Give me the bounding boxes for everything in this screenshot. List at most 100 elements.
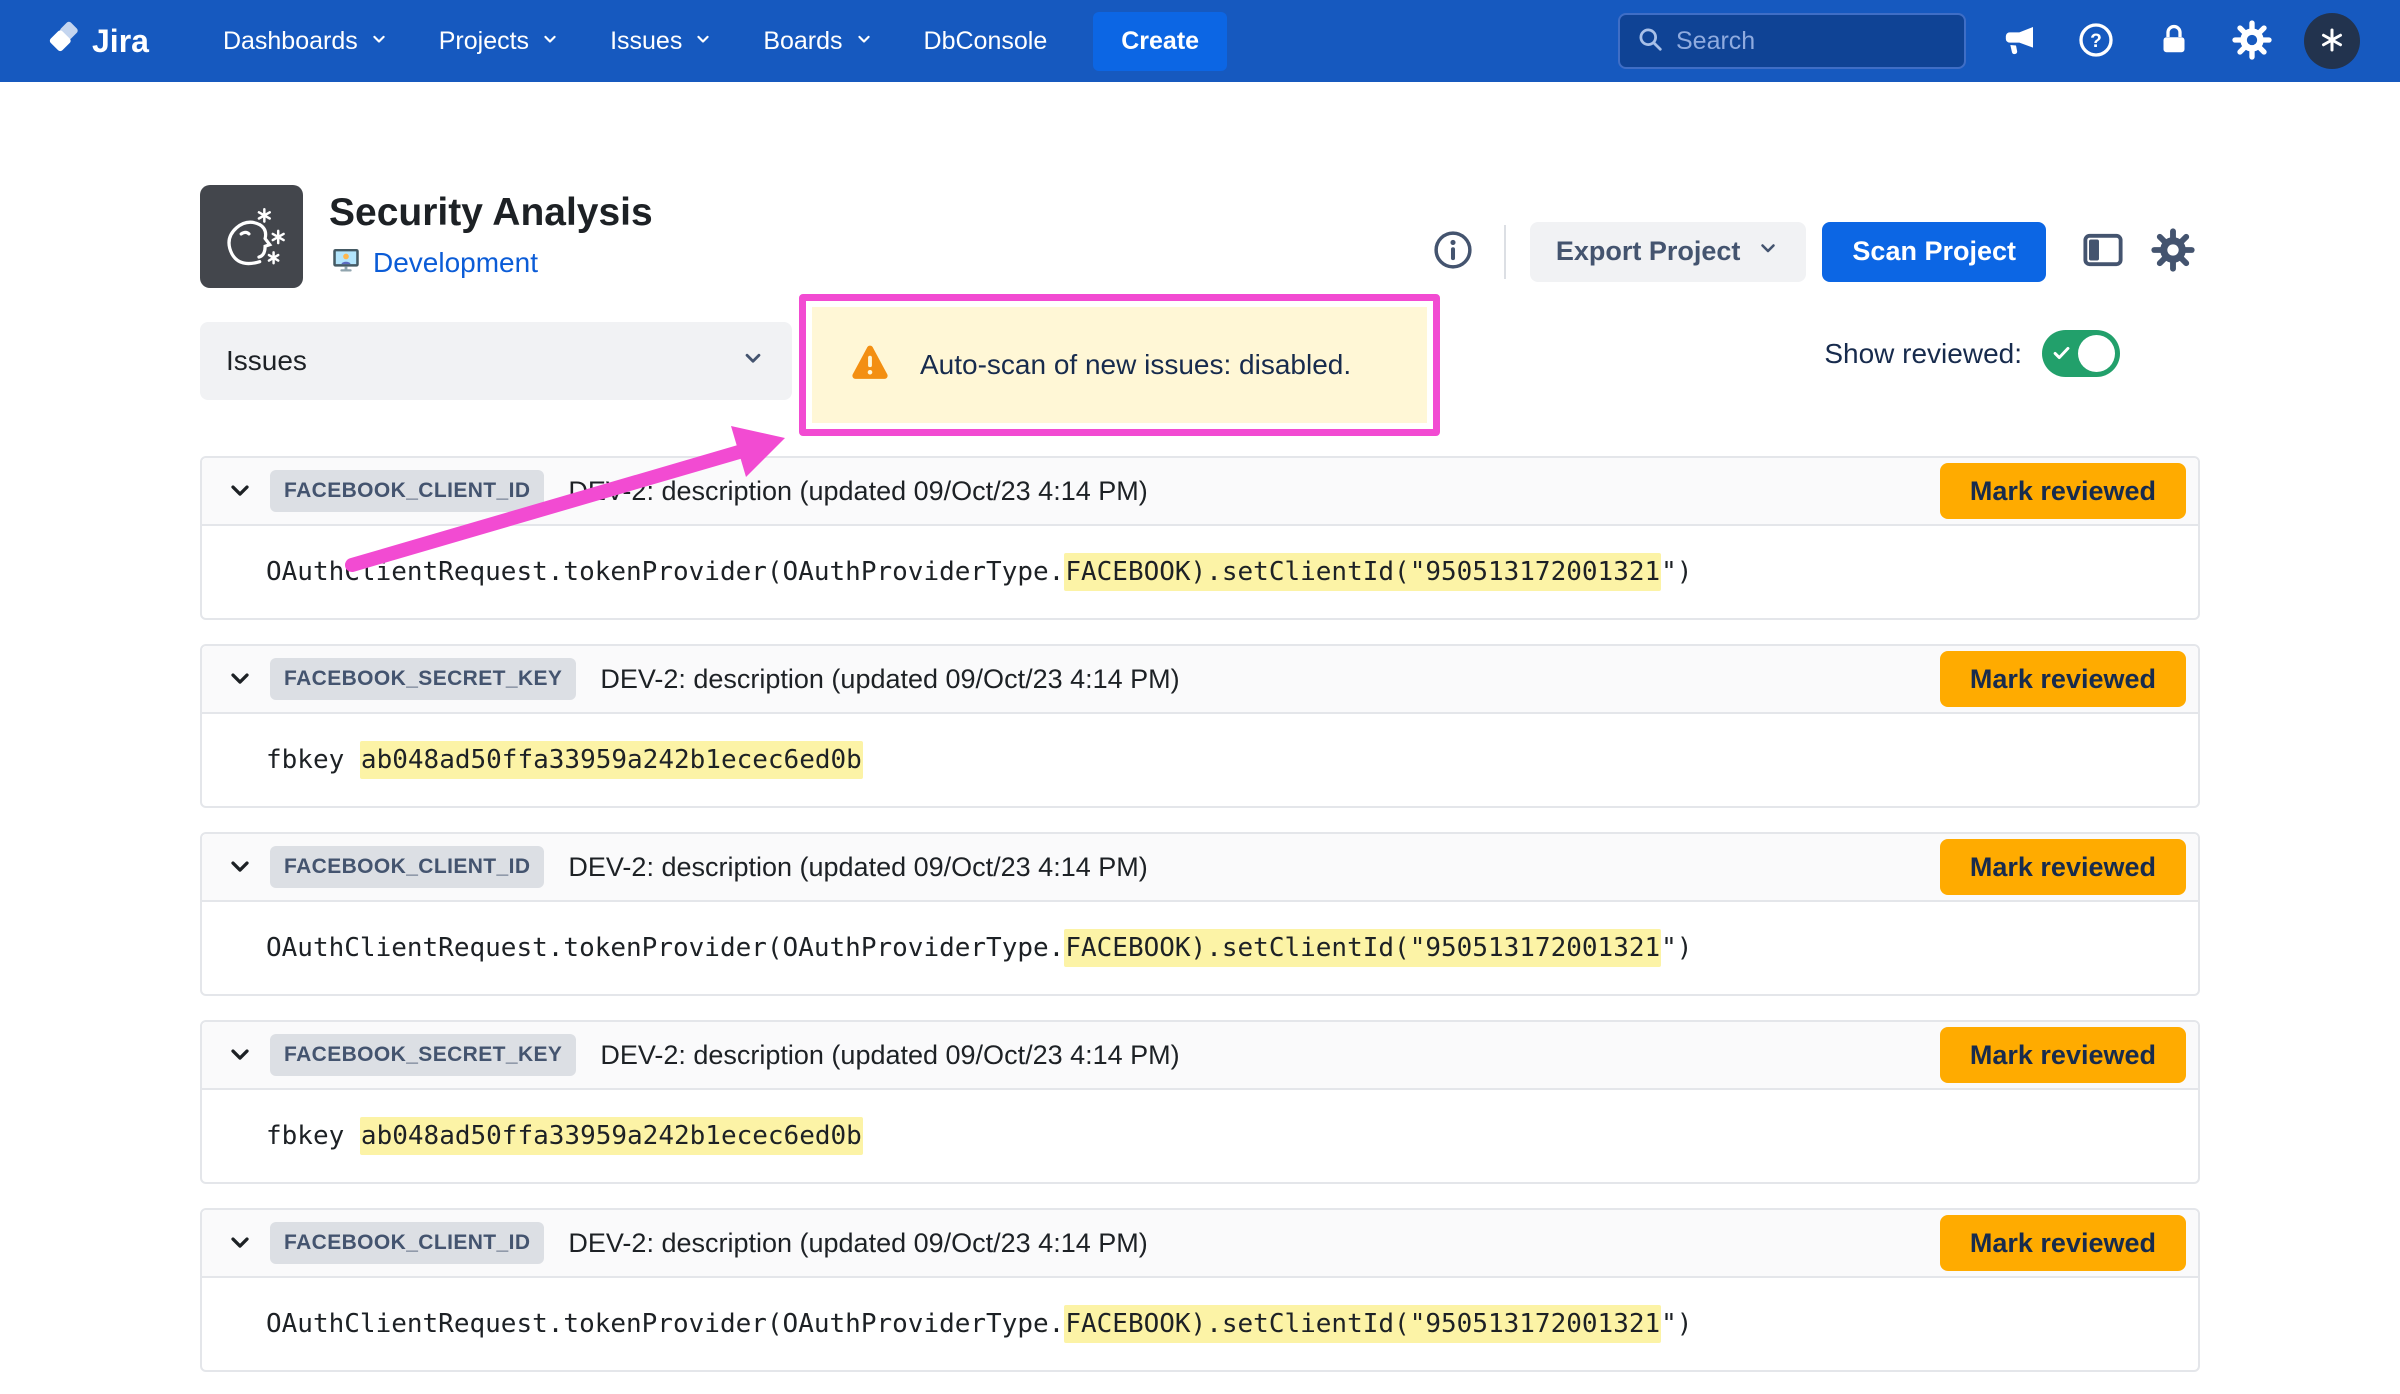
highlighted-secret: FACEBOOK).setClientId("950513172001321: [1064, 553, 1661, 591]
warning-text: Auto-scan of new issues: disabled.: [920, 349, 1351, 381]
issue-card-body: OAuthClientRequest.tokenProvider(OAuthPr…: [202, 526, 2198, 618]
toggle-knob: [2078, 335, 2115, 372]
user-avatar[interactable]: [2304, 13, 2360, 69]
issue-card: FACEBOOK_CLIENT_ID DEV-2: description (u…: [200, 832, 2200, 996]
issue-card: FACEBOOK_CLIENT_ID DEV-2: description (u…: [200, 456, 2200, 620]
avatar-mark-icon: [2317, 25, 2347, 58]
issue-card: FACEBOOK_SECRET_KEY DEV-2: description (…: [200, 644, 2200, 808]
issue-type-badge: FACEBOOK_SECRET_KEY: [270, 1034, 576, 1076]
scan-project-button[interactable]: Scan Project: [1822, 222, 2046, 282]
gear-icon: [2232, 20, 2272, 63]
show-reviewed-control: Show reviewed:: [1824, 330, 2120, 377]
mark-reviewed-button[interactable]: Mark reviewed: [1940, 1215, 2186, 1271]
code-suffix: "): [1661, 1309, 1692, 1339]
nav-item-dbconsole[interactable]: DbConsole: [906, 15, 1066, 68]
code-prefix: fbkey: [266, 745, 360, 775]
header-actions: Export Project Scan Project: [1426, 222, 2200, 282]
primary-nav: Dashboards Projects Issues Boards DbCons…: [205, 15, 1065, 68]
code-prefix: fbkey: [266, 1121, 360, 1151]
collapse-chevron-button[interactable]: [216, 1031, 264, 1079]
issue-title: DEV-2: description (updated 09/Oct/23 4:…: [568, 1228, 1147, 1259]
project-category-link[interactable]: Development: [373, 247, 538, 279]
export-project-label: Export Project: [1556, 236, 1741, 267]
nav-item-projects[interactable]: Projects: [421, 15, 578, 68]
chevron-down-icon: [226, 476, 254, 507]
mark-reviewed-button[interactable]: Mark reviewed: [1940, 463, 2186, 519]
page-title: Security Analysis: [329, 191, 653, 235]
issue-type-badge: FACEBOOK_SECRET_KEY: [270, 658, 576, 700]
create-button[interactable]: Create: [1093, 12, 1227, 71]
mark-reviewed-button[interactable]: Mark reviewed: [1940, 1027, 2186, 1083]
nav-item-label: Issues: [610, 27, 682, 56]
settings-nav-button[interactable]: [2226, 15, 2278, 67]
announcement-button[interactable]: [1992, 15, 2044, 67]
sidebar-layout-icon: [2080, 227, 2126, 276]
chevron-down-icon: [226, 1040, 254, 1071]
issues-filter-dropdown[interactable]: Issues: [200, 322, 792, 400]
chevron-down-icon: [226, 664, 254, 695]
title-block: Security Analysis Development: [329, 191, 653, 283]
issue-card: FACEBOOK_SECRET_KEY DEV-2: description (…: [200, 1020, 2200, 1184]
secret-code-snippet: fbkey ab048ad50ffa33959a242b1ecec6ed0b: [266, 1121, 863, 1151]
check-icon: [2051, 342, 2073, 364]
jira-logo[interactable]: Jira: [46, 19, 149, 63]
issue-title: DEV-2: description (updated 09/Oct/23 4:…: [600, 664, 1179, 695]
issue-card-body: OAuthClientRequest.tokenProvider(OAuthPr…: [202, 1278, 2198, 1370]
nav-item-dashboards[interactable]: Dashboards: [205, 15, 407, 68]
divider: [1504, 225, 1506, 279]
secret-code-snippet: fbkey ab048ad50ffa33959a242b1ecec6ed0b: [266, 745, 863, 775]
jira-logo-text: Jira: [92, 23, 149, 60]
code-prefix: OAuthClientRequest.tokenProvider(OAuthPr…: [266, 933, 1064, 963]
announcement-icon: [1998, 20, 2038, 63]
chevron-down-icon: [369, 27, 389, 56]
project-category-icon: [329, 244, 363, 283]
code-suffix: "): [1661, 933, 1692, 963]
collapse-chevron-button[interactable]: [216, 655, 264, 703]
nav-item-label: Boards: [763, 27, 842, 56]
issue-type-badge: FACEBOOK_CLIENT_ID: [270, 846, 544, 888]
nav-item-boards[interactable]: Boards: [745, 15, 891, 68]
nav-item-label: Dashboards: [223, 27, 358, 56]
highlighted-secret: ab048ad50ffa33959a242b1ecec6ed0b: [360, 1117, 863, 1155]
security-button[interactable]: [2148, 15, 2200, 67]
collapse-chevron-button[interactable]: [216, 467, 264, 515]
info-icon: [1431, 228, 1475, 275]
issue-card-header: FACEBOOK_CLIENT_ID DEV-2: description (u…: [202, 834, 2198, 902]
chevron-down-icon: [740, 345, 766, 378]
mark-reviewed-button[interactable]: Mark reviewed: [1940, 651, 2186, 707]
search-input[interactable]: [1676, 27, 1948, 56]
help-button[interactable]: ?: [2070, 15, 2122, 67]
issue-card-body: OAuthClientRequest.tokenProvider(OAuthPr…: [202, 902, 2198, 994]
issue-title: DEV-2: description (updated 09/Oct/23 4:…: [568, 476, 1147, 507]
show-reviewed-toggle[interactable]: [2042, 330, 2120, 377]
code-prefix: OAuthClientRequest.tokenProvider(OAuthPr…: [266, 1309, 1064, 1339]
auto-scan-warning-banner: Auto-scan of new issues: disabled.: [812, 307, 1427, 423]
filter-row: Issues Auto-scan of new issues: disabled…: [200, 294, 2200, 436]
lock-icon: [2156, 22, 2192, 61]
help-icon: ?: [2076, 20, 2116, 63]
collapse-chevron-button[interactable]: [216, 843, 264, 891]
search-box[interactable]: [1618, 13, 1966, 69]
project-avatar: [200, 185, 303, 288]
highlighted-secret: FACEBOOK).setClientId("950513172001321: [1064, 929, 1661, 967]
export-project-button[interactable]: Export Project: [1530, 222, 1807, 282]
layout-panel-button[interactable]: [2076, 225, 2130, 279]
issue-card-header: FACEBOOK_SECRET_KEY DEV-2: description (…: [202, 646, 2198, 714]
info-button[interactable]: [1426, 225, 1480, 279]
show-reviewed-label: Show reviewed:: [1824, 338, 2022, 370]
mark-reviewed-button[interactable]: Mark reviewed: [1940, 839, 2186, 895]
collapse-chevron-button[interactable]: [216, 1219, 264, 1267]
project-settings-button[interactable]: [2146, 225, 2200, 279]
issue-card-header: FACEBOOK_CLIENT_ID DEV-2: description (u…: [202, 1210, 2198, 1278]
issue-card-header: FACEBOOK_CLIENT_ID DEV-2: description (u…: [202, 458, 2198, 526]
nav-item-issues[interactable]: Issues: [592, 15, 731, 68]
secret-code-snippet: OAuthClientRequest.tokenProvider(OAuthPr…: [266, 933, 1692, 963]
chevron-down-icon: [226, 852, 254, 883]
project-header: Security Analysis Development: [200, 82, 2200, 288]
highlighted-secret: FACEBOOK).setClientId("950513172001321: [1064, 1305, 1661, 1343]
chevron-down-icon: [540, 27, 560, 56]
code-prefix: OAuthClientRequest.tokenProvider(OAuthPr…: [266, 557, 1064, 587]
secret-code-snippet: OAuthClientRequest.tokenProvider(OAuthPr…: [266, 1309, 1692, 1339]
issue-card-body: fbkey ab048ad50ffa33959a242b1ecec6ed0b: [202, 714, 2198, 806]
chevron-down-icon: [693, 27, 713, 56]
